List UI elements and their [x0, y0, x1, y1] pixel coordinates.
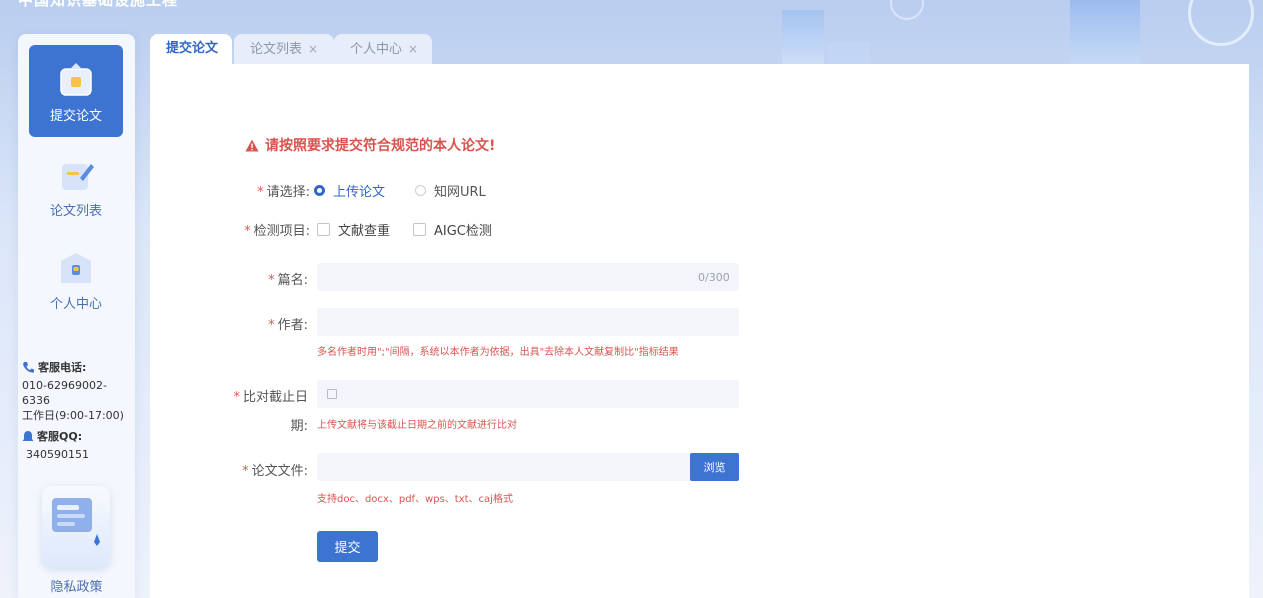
checkbox-aigc-check[interactable]: AIGC检测	[413, 220, 492, 239]
building-decoration	[782, 10, 824, 64]
qq-number: 340590151	[26, 448, 89, 461]
warning-notice: 请按照要求提交符合规范的本人论文!	[245, 135, 495, 155]
file-label: * 论文文件:	[242, 464, 308, 479]
building-decoration	[1070, 0, 1140, 64]
sidebar-item-personal-center[interactable]: 个人中心	[29, 233, 123, 325]
phone-heading: 客服电话:	[22, 360, 137, 375]
site-title: 中国知识基础设施工程	[18, 0, 179, 9]
cutoff-date-label: * 比对截止日	[233, 390, 308, 405]
privacy-policy-link[interactable]: 隐私政策	[18, 576, 135, 595]
author-input[interactable]	[317, 308, 739, 336]
phone-number: 010-62969002-6336	[22, 379, 107, 407]
sidebar-item-label: 个人中心	[49, 297, 102, 312]
title-char-counter: 0/300	[698, 271, 730, 284]
cutoff-date-label-cont: 期:	[290, 419, 308, 434]
tab-submit-paper[interactable]: 提交论文	[150, 34, 232, 64]
checkbox-box	[413, 223, 426, 236]
checkbox-box	[317, 223, 330, 236]
warning-triangle-icon	[245, 139, 259, 151]
service-hours: 工作日(9:00-17:00)	[22, 409, 124, 422]
file-format-hint: 支持doc、docx、pdf、wps、txt、caj格式	[317, 494, 513, 505]
personal-center-icon	[61, 253, 91, 283]
customer-service-info: 客服电话: 010-62969002-6336 工作日(9:00-17:00) …	[22, 360, 137, 462]
tab-personal-center[interactable]: 个人中心 ×	[334, 34, 432, 64]
sidebar-item-label: 提交论文	[49, 109, 102, 124]
upload-box-icon	[60, 63, 92, 96]
select-label: * 请选择:	[257, 185, 310, 200]
check-items-label: * 检测项目:	[244, 224, 310, 239]
cutoff-date-picker[interactable]	[317, 380, 739, 408]
sidebar-item-label: 论文列表	[49, 204, 102, 219]
ring-decoration	[890, 0, 924, 20]
close-icon[interactable]: ×	[308, 42, 318, 56]
privacy-document-icon	[52, 498, 100, 546]
title-input[interactable]	[317, 263, 739, 291]
radio-dot	[415, 185, 426, 196]
close-icon[interactable]: ×	[408, 42, 418, 56]
submit-button[interactable]: 提交	[317, 531, 378, 562]
privacy-illustration[interactable]	[42, 486, 110, 568]
radio-cnki-url[interactable]: 知网URL	[415, 181, 486, 200]
author-hint: 多名作者时用";"间隔，系统以本作者为依据，出具"去除本人文献复制比"指标结果	[317, 347, 679, 358]
qq-heading: 客服QQ:	[22, 429, 137, 444]
browse-button[interactable]: 浏览	[690, 453, 739, 481]
qq-bell-icon	[22, 431, 34, 441]
radio-dot	[314, 185, 325, 196]
sidebar-item-paper-list[interactable]: 论文列表	[29, 140, 123, 232]
tab-paper-list[interactable]: 论文列表 ×	[234, 34, 334, 64]
phone-icon	[23, 362, 34, 373]
sidebar-item-submit-paper[interactable]: 提交论文	[29, 45, 123, 137]
calendar-icon	[327, 389, 337, 399]
ring-decoration	[1188, 0, 1254, 46]
author-label: * 作者:	[268, 318, 308, 333]
edit-document-icon	[62, 164, 94, 190]
building-decoration	[828, 42, 870, 64]
checkbox-duplicate-check[interactable]: 文献查重	[317, 220, 390, 239]
title-label: * 篇名:	[268, 273, 308, 288]
radio-upload-paper[interactable]: 上传论文	[314, 181, 385, 200]
file-path-input[interactable]	[317, 453, 691, 481]
cutoff-date-hint: 上传文献将与该截止日期之前的文献进行比对	[317, 420, 517, 431]
